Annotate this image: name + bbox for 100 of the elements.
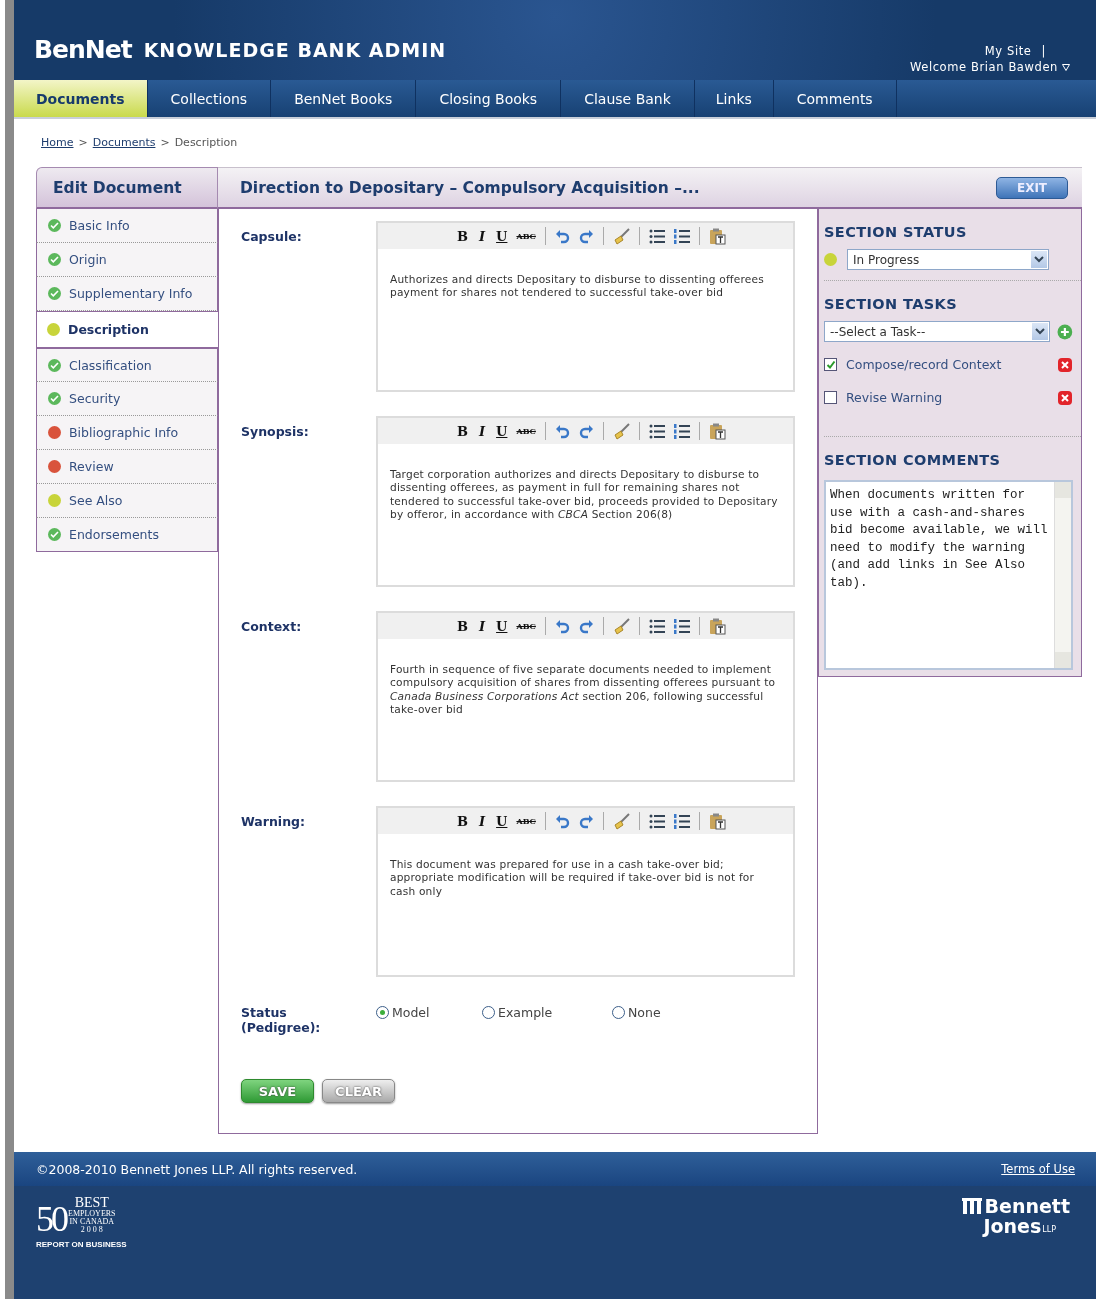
remove-icon[interactable] bbox=[1057, 389, 1073, 406]
scrollbar[interactable] bbox=[1054, 482, 1071, 668]
bold-button[interactable]: B bbox=[457, 813, 469, 829]
nav-tab[interactable]: Links bbox=[694, 80, 774, 117]
remove-icon[interactable] bbox=[1057, 356, 1073, 373]
task-checkbox[interactable] bbox=[824, 391, 837, 404]
sidebar-item-label: Security bbox=[69, 391, 121, 406]
nav-tab[interactable]: Documents bbox=[14, 80, 148, 117]
task-checkbox[interactable] bbox=[824, 358, 837, 371]
italic-button[interactable]: I bbox=[477, 813, 488, 829]
breadcrumb-current: Description bbox=[174, 136, 238, 151]
sidebar-item-label: See Also bbox=[69, 493, 123, 508]
nav-tab[interactable]: Clause Bank bbox=[561, 80, 695, 117]
my-site-link[interactable]: My Site bbox=[984, 44, 1032, 58]
editor-text: This document was prepared for use in a cash take-over bid; appropriate modification will be required if take-over bid is not for cash only bbox=[389, 857, 756, 898]
brush-icon bbox=[612, 227, 630, 245]
bold-button[interactable]: B bbox=[457, 423, 469, 439]
document-title: Direction to Depositary – Compulsory Acquisition –... bbox=[240, 178, 700, 197]
sidebar-item[interactable]: Review bbox=[36, 450, 218, 484]
status-select[interactable]: In Progress bbox=[847, 249, 1049, 270]
numbered-list-icon bbox=[673, 618, 690, 634]
section-heading: SECTION TASKS bbox=[824, 295, 959, 314]
strikethrough-button[interactable]: ABC bbox=[516, 426, 536, 436]
rich-text-editor[interactable] bbox=[376, 611, 795, 782]
strikethrough-button[interactable]: ABC bbox=[516, 231, 536, 241]
bulleted-list-icon bbox=[648, 813, 665, 829]
sidebar-item[interactable]: Security bbox=[36, 382, 218, 416]
paste-icon bbox=[708, 227, 726, 245]
sidebar-item-label: Review bbox=[69, 459, 114, 474]
welcome-text: Welcome Brian Bawden bbox=[909, 60, 1058, 74]
task-select[interactable]: --Select a Task-- bbox=[824, 321, 1051, 342]
add-icon[interactable] bbox=[1057, 323, 1073, 340]
undo-icon bbox=[554, 228, 570, 244]
app-title: KNOWLEDGE BANK ADMIN bbox=[143, 38, 447, 61]
redo-icon bbox=[578, 813, 594, 829]
sidebar-title: Edit Document bbox=[36, 167, 218, 209]
comments-field[interactable]: When documents written for use with a cash-and-shares bid become available, we will need to modify the warning (and add links in See Also tab). bbox=[824, 480, 1073, 670]
redo-icon bbox=[578, 228, 594, 244]
underline-button[interactable]: U bbox=[496, 423, 508, 439]
sidebar-item-label: Description bbox=[68, 322, 149, 337]
editor-text: Authorizes and directs Depositary to disburse to dissenting offerees payment for shares not tendered to successful take-over bid bbox=[389, 272, 765, 300]
caret-icon[interactable] bbox=[1062, 63, 1070, 71]
section-heading: SECTION STATUS bbox=[824, 223, 968, 242]
underline-button[interactable]: U bbox=[496, 813, 508, 829]
breadcrumb-link[interactable]: Documents bbox=[92, 136, 156, 167]
separator: | bbox=[1041, 44, 1046, 58]
rich-text-editor[interactable] bbox=[376, 416, 795, 587]
field-label: Context: bbox=[241, 618, 303, 636]
field-label: Capsule: bbox=[241, 228, 303, 246]
brush-icon bbox=[612, 617, 630, 635]
bulleted-list-icon bbox=[648, 423, 665, 439]
logo: BenNet bbox=[34, 35, 132, 64]
underline-button[interactable]: U bbox=[496, 618, 508, 634]
strikethrough-button[interactable]: ABC bbox=[516, 816, 536, 826]
sidebar-item[interactable]: Endorsements bbox=[36, 518, 218, 552]
field-label: Warning: bbox=[241, 813, 306, 831]
numbered-list-icon bbox=[673, 813, 690, 829]
sidebar-item-label: Origin bbox=[69, 252, 107, 267]
nav-tab[interactable]: Collections bbox=[147, 80, 272, 117]
paste-icon bbox=[708, 812, 726, 830]
field-label: Status (Pedigree): bbox=[241, 1004, 322, 1035]
bold-button[interactable]: B bbox=[457, 228, 469, 244]
bold-button[interactable]: B bbox=[457, 618, 469, 634]
terms-link[interactable]: Terms of Use bbox=[1001, 1162, 1075, 1176]
sidebar-item[interactable]: Description bbox=[36, 311, 218, 348]
radio-option[interactable]: None bbox=[612, 1005, 692, 1020]
italic-button[interactable]: I bbox=[477, 423, 488, 439]
rich-text-editor[interactable]: B I U ABC Authorizes and directs Depositary to disburse to dissenting offerees payment for shares not tendered to successful take-over bid bbox=[376, 221, 795, 392]
undo-icon bbox=[554, 423, 570, 439]
sidebar-item[interactable]: See Also bbox=[36, 484, 218, 518]
breadcrumb-separator: > bbox=[78, 136, 88, 151]
rich-text-editor[interactable]: B I U ABC This document was prepared for use in a cash take-over bid; appropriate modification will be required if take-over bid is not for cash only bbox=[376, 806, 795, 977]
sidebar-item-label: Supplementary Info bbox=[69, 286, 193, 301]
strikethrough-button[interactable]: ABC bbox=[516, 621, 536, 631]
underline-button[interactable]: U bbox=[496, 228, 508, 244]
paste-icon bbox=[708, 422, 726, 440]
editor-text: Fourth in sequence of five separate documents needed to implement compulsory acquisition of shares from dissenting offerees pursuant to Canada Business Corporations Act section 206, following successful take-over bid bbox=[389, 662, 777, 717]
undo-icon bbox=[554, 813, 570, 829]
sidebar-item-label: Basic Info bbox=[69, 218, 130, 233]
nav-tab[interactable]: Closing Books bbox=[416, 80, 562, 117]
numbered-list-icon bbox=[673, 423, 690, 439]
sidebar-item[interactable]: Classification bbox=[36, 348, 218, 382]
italic-button[interactable]: I bbox=[477, 618, 488, 634]
nav-tab[interactable]: BenNet Books bbox=[271, 80, 417, 117]
redo-icon bbox=[578, 423, 594, 439]
sidebar-item-label: Endorsements bbox=[69, 527, 159, 542]
section-heading: SECTION COMMENTS bbox=[824, 451, 1002, 470]
radio-option[interactable]: Example bbox=[482, 1005, 612, 1020]
paste-icon bbox=[708, 617, 726, 635]
breadcrumb-link[interactable]: Home bbox=[41, 136, 74, 167]
radio-option[interactable]: Model bbox=[376, 1005, 482, 1020]
sidebar-item[interactable]: Supplementary Info bbox=[36, 277, 218, 311]
sidebar-item[interactable]: Bibliographic Info bbox=[36, 416, 218, 450]
task-label: Revise Warning bbox=[846, 390, 943, 405]
sidebar-item[interactable]: Basic Info bbox=[36, 209, 218, 243]
italic-button[interactable]: I bbox=[477, 228, 488, 244]
nav-tab[interactable]: Comments bbox=[773, 80, 897, 117]
copyright-text: ©2008-2010 Bennett Jones LLP. All rights reserved. bbox=[36, 1161, 358, 1177]
task-label: Compose/record Context bbox=[846, 357, 1002, 372]
sidebar-item[interactable]: Origin bbox=[36, 243, 218, 277]
